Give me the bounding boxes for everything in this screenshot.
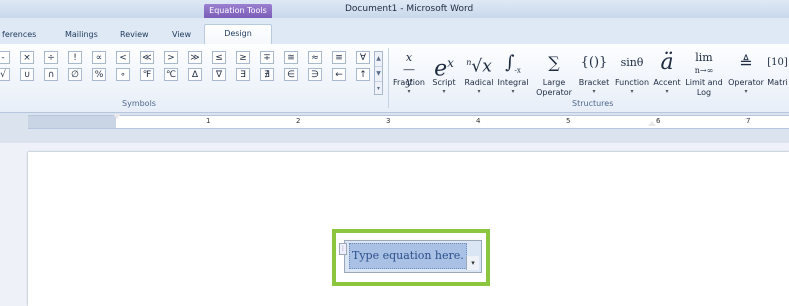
symbol-button[interactable]: ∄ <box>260 68 274 81</box>
ruler-margin <box>28 116 116 128</box>
equation-options-dropdown[interactable]: ▾ <box>466 256 479 270</box>
symbol-button[interactable]: ∝ <box>92 51 106 64</box>
fraction-icon: x ― y <box>403 51 415 88</box>
accent-icon: ä <box>660 50 674 75</box>
radical-icon: n√x <box>466 56 492 77</box>
equation-tools-context-label: Equation Tools <box>204 4 272 18</box>
symbol-button[interactable]: ∆ <box>188 68 202 81</box>
tab-review[interactable]: Review <box>120 30 149 39</box>
accent-button[interactable]: ä Accent ▾ <box>653 48 681 95</box>
symbol-button[interactable]: ∩ <box>44 68 58 81</box>
symbol-button[interactable]: ∋ <box>308 68 322 81</box>
large-operator-button[interactable]: ∑ Large Operator <box>534 48 574 98</box>
right-indent-marker[interactable] <box>648 121 656 126</box>
fraction-button[interactable]: x ― y Fraction ▾ <box>392 48 426 96</box>
equation-handle-icon[interactable]: ⋮ <box>339 243 347 255</box>
limit-icon: lim n→∞ <box>694 51 714 76</box>
symbols-gallery-scroll[interactable]: ▲ ▼ ▾ <box>374 51 383 95</box>
equation-placeholder[interactable]: Type equation here. <box>349 243 467 269</box>
symbol-button[interactable]: ≡ <box>332 51 346 64</box>
symbol-button[interactable]: - <box>0 51 10 64</box>
symbol-button[interactable]: ≪ <box>140 51 154 64</box>
symbol-button[interactable]: ∓ <box>260 51 274 64</box>
symbol-button[interactable]: % <box>92 68 106 81</box>
tab-references[interactable]: ferences <box>2 30 36 39</box>
ribbon: - × ÷! ∝ < ≪ > ≫ ≤ ≥ ∓ ≅ ≈ ≡ ∀ √ ∪ ∩ ∅% ∘ ℉ ℃ ∆ ∇ ∃ ∄ ∈ ∋ ← ↑ ▲ ▼ ▾ S… <box>0 44 789 113</box>
symbol-button[interactable]: ∪ <box>20 68 34 81</box>
symbol-button[interactable]: ≅ <box>284 51 298 64</box>
equation-box[interactable]: ⋮ Type equation here. ▾ <box>339 240 482 273</box>
operator-icon: ≜ <box>739 53 753 72</box>
script-button[interactable]: ex Script ▾ <box>428 48 460 95</box>
symbol-button[interactable]: ≥ <box>236 51 250 64</box>
structures-group-label: Structures <box>572 99 614 108</box>
limit-and-log-button[interactable]: lim n→∞ Limit and Log <box>683 48 725 98</box>
symbol-button[interactable]: > <box>164 51 178 64</box>
integral-button[interactable]: ∫-x Integral ▾ <box>496 48 530 95</box>
ribbon-tabs: ferences Mailings Review View Design <box>0 18 789 45</box>
function-icon: sinθ <box>620 56 644 69</box>
symbols-group-label: Symbols <box>122 99 156 108</box>
first-line-indent-marker[interactable] <box>113 114 121 119</box>
symbol-button[interactable]: ≫ <box>188 51 202 64</box>
symbol-button[interactable]: ≤ <box>212 51 226 64</box>
symbol-button[interactable]: ∈ <box>284 68 298 81</box>
symbol-button[interactable]: ↑ <box>356 68 370 81</box>
operator-button[interactable]: ≜ Operator ▾ <box>727 48 765 95</box>
tab-mailings[interactable]: Mailings <box>65 30 98 39</box>
bracket-button[interactable]: {()} Bracket ▾ <box>578 48 610 95</box>
symbol-button[interactable]: √ <box>0 68 10 81</box>
integral-icon: ∫-x <box>505 52 521 75</box>
function-button[interactable]: sinθ Function ▾ <box>612 48 652 95</box>
gallery-more-icon[interactable]: ▾ <box>375 82 382 96</box>
symbol-button[interactable]: ℃ <box>164 68 178 81</box>
symbol-button[interactable]: × <box>20 51 34 64</box>
symbol-button[interactable]: ∇ <box>212 68 226 81</box>
symbol-button[interactable]: < <box>116 51 130 64</box>
script-icon: ex <box>434 56 454 82</box>
scroll-down-icon[interactable]: ▼ <box>375 67 382 82</box>
symbol-button[interactable]: ∃ <box>236 68 250 81</box>
symbol-button[interactable]: ÷ <box>44 51 58 64</box>
large-operator-icon: ∑ <box>548 53 560 72</box>
symbol-button[interactable]: ∘ <box>116 68 130 81</box>
symbol-button[interactable]: ≈ <box>308 51 322 64</box>
tab-design[interactable]: Design <box>204 24 272 45</box>
group-separator <box>388 48 389 108</box>
symbol-button[interactable]: ∅ <box>68 68 82 81</box>
radical-button[interactable]: n√x Radical ▾ <box>462 48 496 95</box>
matrix-icon: [10] <box>767 57 788 68</box>
symbol-button[interactable]: ℉ <box>140 68 154 81</box>
symbol-button[interactable]: ← <box>332 68 346 81</box>
horizontal-ruler[interactable]: 1 2 3 4 5 6 7 <box>28 115 789 129</box>
matrix-button[interactable]: [10] Matri <box>766 48 789 88</box>
tab-view[interactable]: View <box>172 30 191 39</box>
symbol-button[interactable]: ∀ <box>356 51 370 64</box>
scroll-up-icon[interactable]: ▲ <box>375 52 382 67</box>
symbol-button[interactable]: ! <box>68 51 82 64</box>
window-title: Document1 - Microsoft Word <box>345 4 474 14</box>
bracket-icon: {()} <box>580 55 608 70</box>
